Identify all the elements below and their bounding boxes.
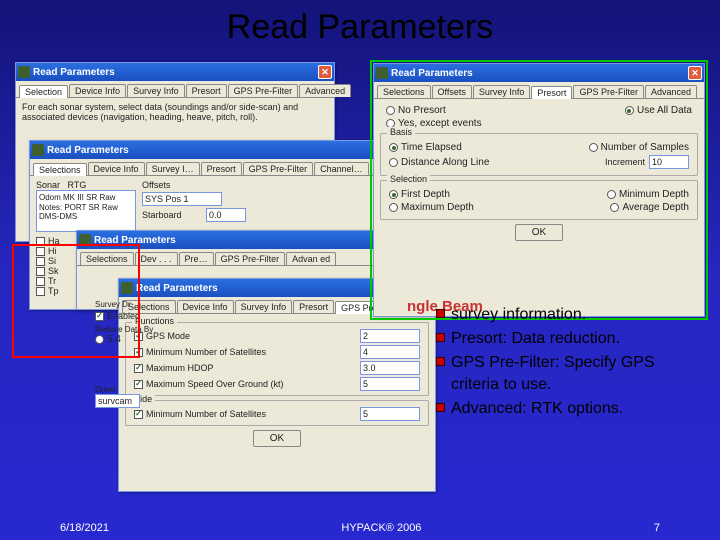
tab-channels[interactable]: Channel… — [314, 162, 369, 175]
val-min-sat[interactable]: 4 — [360, 345, 420, 359]
footer-date: 6/18/2021 — [60, 522, 109, 534]
chk-gps-mode[interactable]: ✓GPS Mode — [134, 331, 356, 341]
tab-selection[interactable]: Selection — [19, 85, 68, 98]
close-icon[interactable]: ✕ — [318, 65, 332, 79]
tab-device-info[interactable]: Device Info — [177, 300, 234, 313]
sonar-label: Sonar RTG — [36, 180, 136, 190]
tab-strip: Selection Device Info Survey Info Presor… — [16, 81, 334, 98]
chk-max-hdop[interactable]: ✓Maximum HDOP — [134, 363, 356, 373]
tab-device-info[interactable]: Device Info — [88, 162, 145, 175]
tab-gps-prefilter[interactable]: GPS Pre-Filter — [215, 252, 286, 265]
tab-presort[interactable]: Presort — [186, 84, 227, 97]
tab-dev[interactable]: Dev . . . — [135, 252, 178, 265]
bullet-item: GPS Pre-Filter: Specify GPS criteria to … — [436, 352, 701, 396]
bullet-icon — [436, 309, 445, 318]
tab-gps-prefilter[interactable]: GPS Pre-Filter — [243, 162, 314, 175]
tab-survey-info[interactable]: Survey Info — [127, 84, 185, 97]
chk-tide-min-sat[interactable]: ✓Minimum Number of Satellites — [134, 409, 356, 419]
list-item[interactable]: Odom MK III SR Raw — [39, 193, 133, 203]
titlebar[interactable]: Read Parameters ✕ — [16, 63, 334, 81]
bullet-icon — [436, 333, 445, 342]
val-gps-mode[interactable]: 2 — [360, 329, 420, 343]
val-max-hdop[interactable]: 3.0 — [360, 361, 420, 375]
bullet-item: survey information. — [436, 304, 701, 326]
bullet-icon — [436, 357, 445, 366]
val-max-sog[interactable]: 5 — [360, 377, 420, 391]
tab-selections[interactable]: Selections — [33, 163, 87, 176]
title-text: Read Parameters — [47, 145, 129, 156]
tab-advanced[interactable]: Advan ed — [286, 252, 336, 265]
tab-presort[interactable]: Presort — [201, 162, 242, 175]
tab-survey-info[interactable]: Survey Info — [235, 300, 293, 313]
footer-product: HYPACK® 2006 — [341, 522, 421, 534]
device-list[interactable]: Odom MK III SR Raw Notes: PORT SR Raw DM… — [36, 190, 136, 232]
bullet-list: survey information. Presort: Data reduct… — [436, 304, 701, 422]
tab-body: For each sonar system, select data (soun… — [16, 98, 334, 126]
list-item[interactable]: Notes: PORT SR Raw — [39, 203, 133, 213]
chk-max-sog[interactable]: ✓Maximum Speed Over Ground (kt) — [134, 379, 356, 389]
title-text: Read Parameters — [33, 67, 115, 78]
chk-min-sat[interactable]: ✓Minimum Number of Satellites — [134, 347, 356, 357]
app-icon — [18, 66, 30, 78]
bullet-item: Presort: Data reduction. — [436, 328, 701, 350]
starboard-value[interactable]: 0.0 — [206, 208, 246, 222]
driver-label: Driver — [95, 385, 155, 394]
bullet-icon — [436, 403, 445, 412]
tab-survey-info[interactable]: Survey I… — [146, 162, 200, 175]
highlight-green — [370, 60, 708, 320]
ok-button[interactable]: OK — [253, 430, 301, 447]
slide-title: Read Parameters — [0, 8, 720, 47]
bullet-item: Advanced: RTK options. — [436, 398, 701, 420]
highlight-red — [12, 244, 140, 358]
tab-device-info[interactable]: Device Info — [69, 84, 126, 97]
footer-page: 7 — [654, 522, 660, 534]
tab-gps-prefilter[interactable]: GPS Pre-Filter — [228, 84, 299, 97]
footer: 6/18/2021 HYPACK® 2006 7 — [0, 522, 720, 534]
app-icon — [32, 144, 44, 156]
tab-advanced[interactable]: Advanced — [299, 84, 351, 97]
tab-presort[interactable]: Presort — [293, 300, 334, 313]
tab-pre[interactable]: Pre… — [179, 252, 214, 265]
help-text: For each sonar system, select data (soun… — [22, 102, 328, 122]
val-tide-min-sat[interactable]: 5 — [360, 407, 420, 421]
list-item[interactable]: DMS-DMS — [39, 212, 133, 222]
offsets-col1[interactable]: SYS Pos 1 — [142, 192, 222, 206]
title-text: Read Parameters — [136, 283, 218, 294]
driver-field[interactable]: survcam — [95, 394, 140, 408]
starboard-label: Starboard — [142, 210, 202, 220]
tab-body: Functions ✓GPS Mode 2 ✓Minimum Number of… — [119, 314, 435, 451]
